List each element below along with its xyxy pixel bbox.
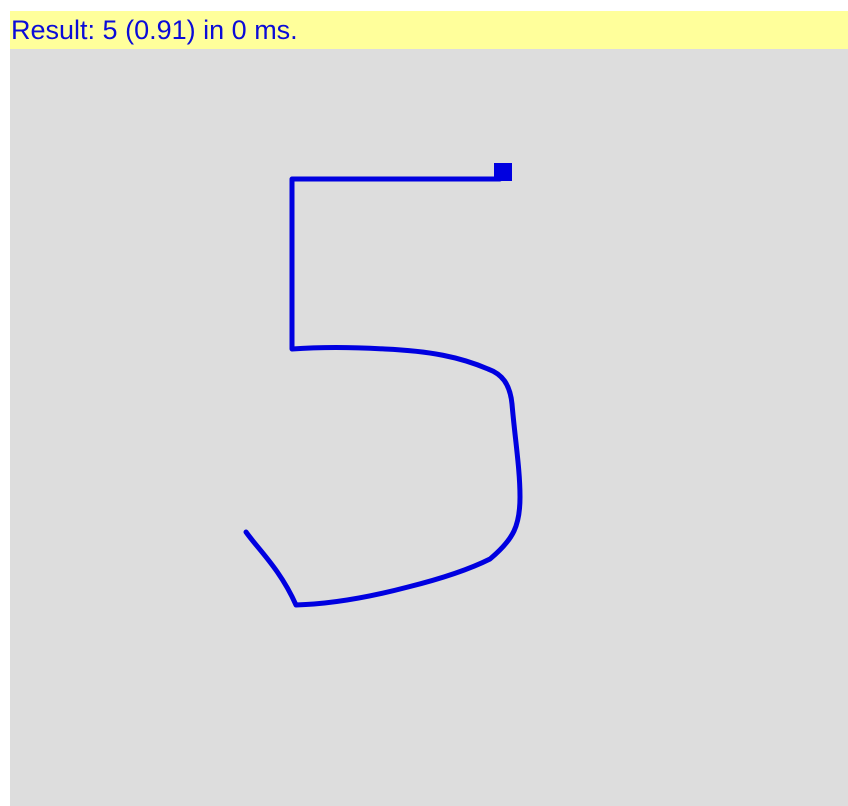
- drawing-surface[interactable]: [10, 49, 848, 806]
- result-prefix: Result:: [11, 15, 103, 45]
- square-cursor-icon: [494, 163, 512, 181]
- result-bar: Result: 5 (0.91) in 0 ms.: [10, 11, 848, 49]
- drawing-canvas[interactable]: [10, 49, 848, 806]
- result-timing: in 0 ms.: [203, 15, 298, 45]
- digit-five-stroke: [243, 176, 523, 608]
- result-confidence: (0.91): [125, 15, 196, 45]
- result-digit: 5: [102, 15, 118, 45]
- digit-recognizer-app: Result: 5 (0.91) in 0 ms.: [0, 0, 848, 806]
